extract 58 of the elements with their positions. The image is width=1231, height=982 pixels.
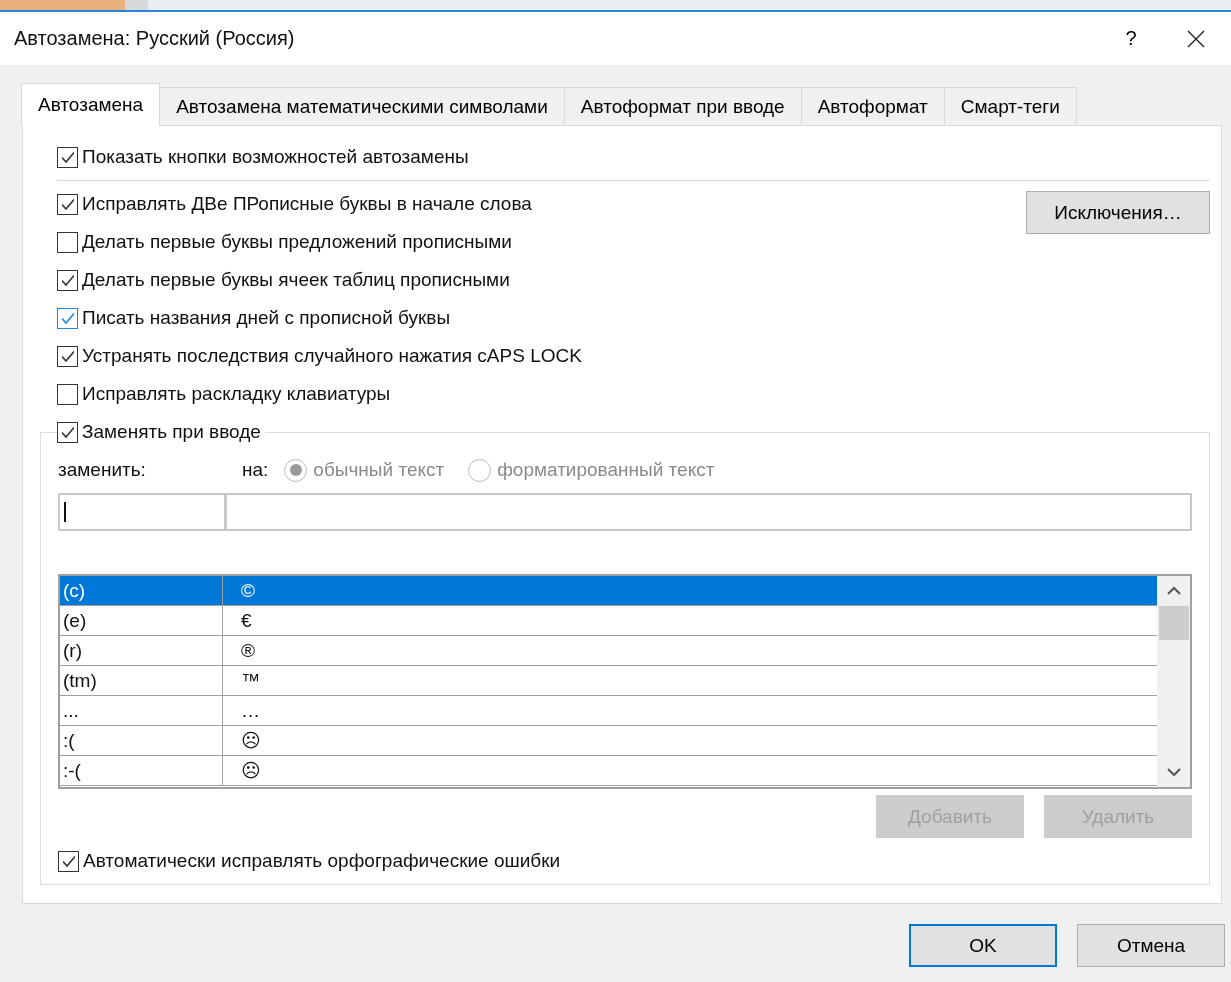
checkbox-label: Автоматически исправлять орфографические ошибки (83, 850, 561, 872)
with-label: на: (242, 459, 269, 481)
checkbox-label: Делать первые буквы предложений прописными (82, 231, 512, 253)
scrollbar[interactable] (1157, 576, 1190, 787)
checkbox[interactable] (57, 345, 78, 367)
checkbox[interactable] (57, 269, 78, 291)
scroll-thumb[interactable] (1158, 606, 1189, 640)
replacement-list[interactable]: (c) © (e) € (r) ® (tm) ™ ... … :( ☹ :-( ☹ (58, 574, 1192, 789)
checkbox[interactable] (58, 850, 79, 872)
radio-label: форматированный текст (497, 459, 715, 481)
checkbox-label: Делать первые буквы ячеек таблиц прописными (82, 269, 510, 291)
table-cell-text: ☹ (240, 729, 261, 752)
checkbox-label: Исправлять ДВе ПРописные буквы в начале слова (82, 193, 532, 215)
checkbox[interactable] (57, 421, 78, 443)
table-cell-text: © (240, 579, 255, 602)
table-cell: (tm) (60, 666, 223, 695)
list-row[interactable]: ... … (60, 696, 1157, 726)
dialog-button[interactable]: Отмена (1077, 924, 1225, 967)
checkbox[interactable] (57, 383, 78, 405)
checkbox-label: Показать кнопки возможностей автозамены (82, 146, 469, 168)
dialog-button[interactable]: OK (909, 924, 1057, 967)
tab[interactable]: Смарт-теги (943, 87, 1077, 125)
help-button[interactable]: ? (1106, 18, 1156, 59)
table-cell-text: ™ (240, 669, 260, 692)
table-cell-text: ☹ (240, 759, 261, 782)
checkbox-label: Исправлять раскладку клавиатуры (82, 383, 391, 405)
exceptions-button[interactable]: Исключения… (1026, 191, 1210, 234)
list-row[interactable]: :-( ☹ (60, 756, 1157, 786)
scroll-down-icon[interactable] (1165, 767, 1182, 777)
table-cell: (e) (60, 606, 223, 635)
table-cell: :( (60, 726, 223, 755)
list-row[interactable]: (tm) ™ (60, 666, 1157, 696)
window-title: Автозамена: Русский (Россия) (14, 27, 296, 50)
checkbox-label: Писать названия дней с прописной буквы (82, 307, 451, 329)
replace-field[interactable] (58, 493, 226, 531)
replace-label: заменить: (58, 459, 147, 481)
table-cell: ... (60, 696, 223, 725)
table-cell-text: € (240, 609, 252, 632)
radio-label: обычный текст (313, 459, 445, 481)
checkbox[interactable] (57, 307, 78, 329)
list-row[interactable]: (r) ® (60, 636, 1157, 666)
table-cell: :-( (60, 756, 223, 785)
table-cell-text: … (240, 699, 260, 722)
checkbox-label: Устранять последствия случайного нажатия cAPS LOCK (82, 345, 582, 367)
table-cell: (r) (60, 636, 223, 665)
list-row[interactable]: (e) € (60, 606, 1157, 636)
table-cell: (c) (60, 576, 223, 605)
scroll-up-icon[interactable] (1165, 586, 1182, 596)
table-cell-text: ® (240, 639, 255, 662)
checkbox[interactable] (57, 193, 78, 215)
list-row[interactable]: :( ☹ (60, 726, 1157, 756)
close-icon (1186, 28, 1206, 49)
checkbox[interactable] (57, 231, 78, 253)
with-field[interactable] (226, 493, 1192, 531)
checkbox-label: Заменять при вводе (82, 421, 261, 443)
tab[interactable]: Автозамена (21, 83, 161, 126)
checkbox[interactable] (57, 146, 78, 168)
list-row[interactable]: (c) © (60, 576, 1157, 606)
